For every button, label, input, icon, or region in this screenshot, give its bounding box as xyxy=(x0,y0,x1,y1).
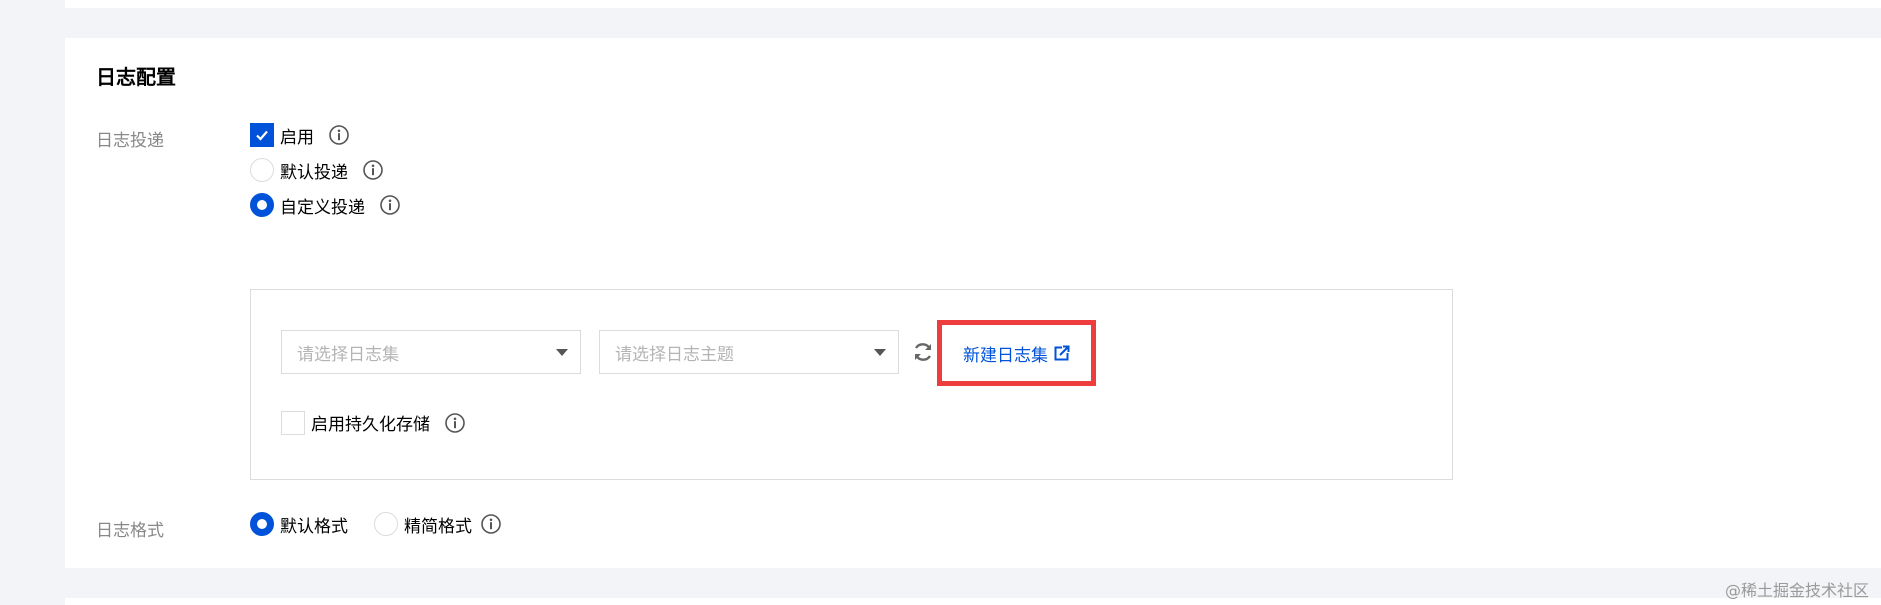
enable-delivery-label: 启用 xyxy=(280,127,314,148)
checkmark-icon xyxy=(256,130,268,141)
new-logset-label: 新建日志集 xyxy=(963,345,1048,366)
external-link-icon xyxy=(1054,345,1070,361)
topic-select[interactable]: 请选择日志主题 xyxy=(599,330,899,374)
persist-storage-label: 启用持久化存储 xyxy=(311,415,430,435)
custom-delivery-panel: 请选择日志集 请选择日志主题 新建日志集 启用持久化存储 xyxy=(250,289,1453,480)
format-options: 默认格式 精简格式 xyxy=(250,511,502,537)
refresh-icon[interactable] xyxy=(911,340,935,364)
next-card xyxy=(65,598,1881,605)
log-format-label: 日志格式 xyxy=(96,521,164,541)
custom-delivery-option[interactable]: 自定义投递 xyxy=(250,192,401,218)
previous-card xyxy=(65,0,1881,8)
custom-delivery-radio[interactable] xyxy=(250,193,274,217)
default-delivery-radio[interactable] xyxy=(250,158,274,182)
compact-format-label: 精简格式 xyxy=(404,516,472,537)
info-icon[interactable] xyxy=(328,124,350,146)
custom-delivery-label: 自定义投递 xyxy=(280,197,365,218)
info-icon[interactable] xyxy=(480,513,502,535)
enable-delivery-row: 启用 xyxy=(250,122,350,148)
topic-select-placeholder: 请选择日志主题 xyxy=(615,344,734,365)
default-format-radio[interactable] xyxy=(250,512,274,536)
info-icon[interactable] xyxy=(444,412,466,434)
default-format-label: 默认格式 xyxy=(280,516,348,537)
section-title: 日志配置 xyxy=(96,65,176,89)
default-delivery-label: 默认投递 xyxy=(280,162,348,183)
persist-storage-row: 启用持久化存储 xyxy=(281,410,466,435)
new-logset-link[interactable]: 新建日志集 xyxy=(937,320,1096,386)
info-icon[interactable] xyxy=(379,194,401,216)
logset-select-placeholder: 请选择日志集 xyxy=(297,344,399,365)
logset-select[interactable]: 请选择日志集 xyxy=(281,330,581,374)
compact-format-radio[interactable] xyxy=(374,512,398,536)
persist-storage-checkbox[interactable] xyxy=(281,410,305,435)
caret-down-icon xyxy=(556,349,568,356)
caret-down-icon xyxy=(874,349,886,356)
info-icon[interactable] xyxy=(362,159,384,181)
enable-delivery-checkbox[interactable] xyxy=(250,123,274,147)
log-delivery-label: 日志投递 xyxy=(96,131,164,151)
default-delivery-option[interactable]: 默认投递 xyxy=(250,157,384,183)
watermark: @稀土掘金技术社区 xyxy=(1724,581,1869,600)
log-config-card: 日志配置 日志投递 启用 默认投递 自定义投递 请选择日志集 请选择日志主题 新… xyxy=(65,38,1881,568)
